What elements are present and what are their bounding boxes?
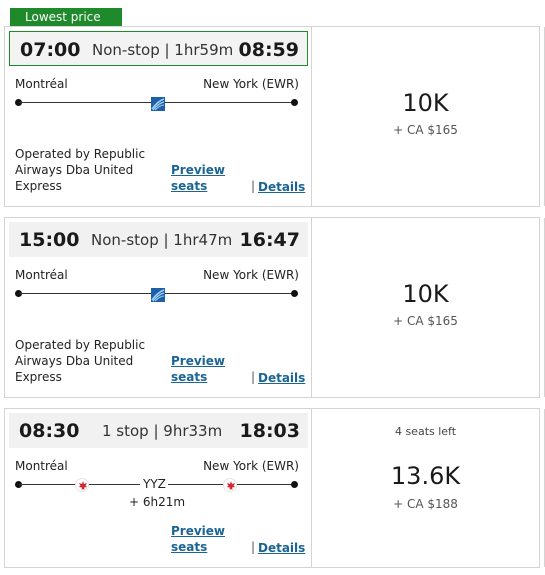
taxes-fees: + CA $165 <box>393 123 458 137</box>
taxes-fees: + CA $165 <box>393 314 458 328</box>
points-price: 10K <box>402 280 449 308</box>
destination-dot <box>291 481 298 488</box>
departure-time: 15:00 <box>19 229 80 251</box>
details-link[interactable]: Details <box>258 540 305 556</box>
arrival-time: 18:03 <box>239 420 300 442</box>
preview-seats-link[interactable]: Preview seats <box>171 162 225 194</box>
operated-by: Operated by Republic Airways Dba United … <box>15 338 146 384</box>
flight-info: 15:00 Non-stop | 1hr47m 16:47 Montréal N… <box>5 218 312 397</box>
fare-cell[interactable]: 10K + CA $165 <box>312 27 539 206</box>
flight-card-1[interactable]: 07:00 Non-stop | 1hr59m 08:59 Montréal N… <box>4 26 545 207</box>
stops-duration: Non-stop | 1hr47m <box>91 231 233 249</box>
destination-city: New York (EWR) <box>203 77 299 91</box>
separator: | <box>251 370 256 384</box>
lowest-price-badge: Lowest price <box>10 8 122 26</box>
separator: | <box>251 179 256 193</box>
fare-cell[interactable]: 10K + CA $165 <box>312 218 539 397</box>
flight-header: 07:00 Non-stop | 1hr59m 08:59 <box>9 31 308 66</box>
points-price: 10K <box>402 89 449 117</box>
flight-info: 08:30 1 stop | 9hr33m 18:03 Montréal New… <box>5 409 312 567</box>
points-price: 13.6K <box>390 462 461 490</box>
origin-city: Montréal <box>15 459 68 473</box>
separator: | <box>251 540 256 554</box>
details-link[interactable]: Details <box>258 370 305 386</box>
connection-airport: YYZ <box>143 477 166 491</box>
departure-time: 07:00 <box>20 39 81 61</box>
flight-info: 07:00 Non-stop | 1hr59m 08:59 Montréal N… <box>5 27 312 206</box>
united-airlines-logo-icon <box>151 287 165 302</box>
destination-dot <box>291 99 298 106</box>
preview-seats-link[interactable]: Preview seats <box>171 523 225 555</box>
departure-time: 08:30 <box>19 420 80 442</box>
fare-cell[interactable]: 4 seats left 13.6K + CA $188 <box>312 409 539 567</box>
arrival-time: 16:47 <box>239 229 300 251</box>
flight-card-2[interactable]: 15:00 Non-stop | 1hr47m 16:47 Montréal N… <box>4 217 545 398</box>
details-link[interactable]: Details <box>258 179 305 195</box>
layover-duration: + 6h21m <box>129 495 186 509</box>
destination-city: New York (EWR) <box>203 268 299 282</box>
air-canada-logo-icon <box>75 478 89 492</box>
seats-left: 4 seats left <box>394 425 457 438</box>
taxes-fees: + CA $188 <box>393 497 458 511</box>
origin-city: Montréal <box>15 77 68 91</box>
stops-duration: 1 stop | 9hr33m <box>102 422 223 440</box>
operated-by: Operated by Republic Airways Dba United … <box>15 147 146 193</box>
united-airlines-logo-icon <box>151 96 165 111</box>
origin-city: Montréal <box>15 268 68 282</box>
preview-seats-link[interactable]: Preview seats <box>171 353 225 385</box>
stops-duration: Non-stop | 1hr59m <box>92 41 234 59</box>
flight-header: 08:30 1 stop | 9hr33m 18:03 <box>9 413 308 448</box>
flight-card-3[interactable]: 08:30 1 stop | 9hr33m 18:03 Montréal New… <box>4 408 545 568</box>
air-canada-logo-icon <box>223 478 237 492</box>
arrival-time: 08:59 <box>238 39 299 61</box>
flight-header: 15:00 Non-stop | 1hr47m 16:47 <box>9 222 308 257</box>
destination-city: New York (EWR) <box>203 459 299 473</box>
destination-dot <box>291 290 298 297</box>
